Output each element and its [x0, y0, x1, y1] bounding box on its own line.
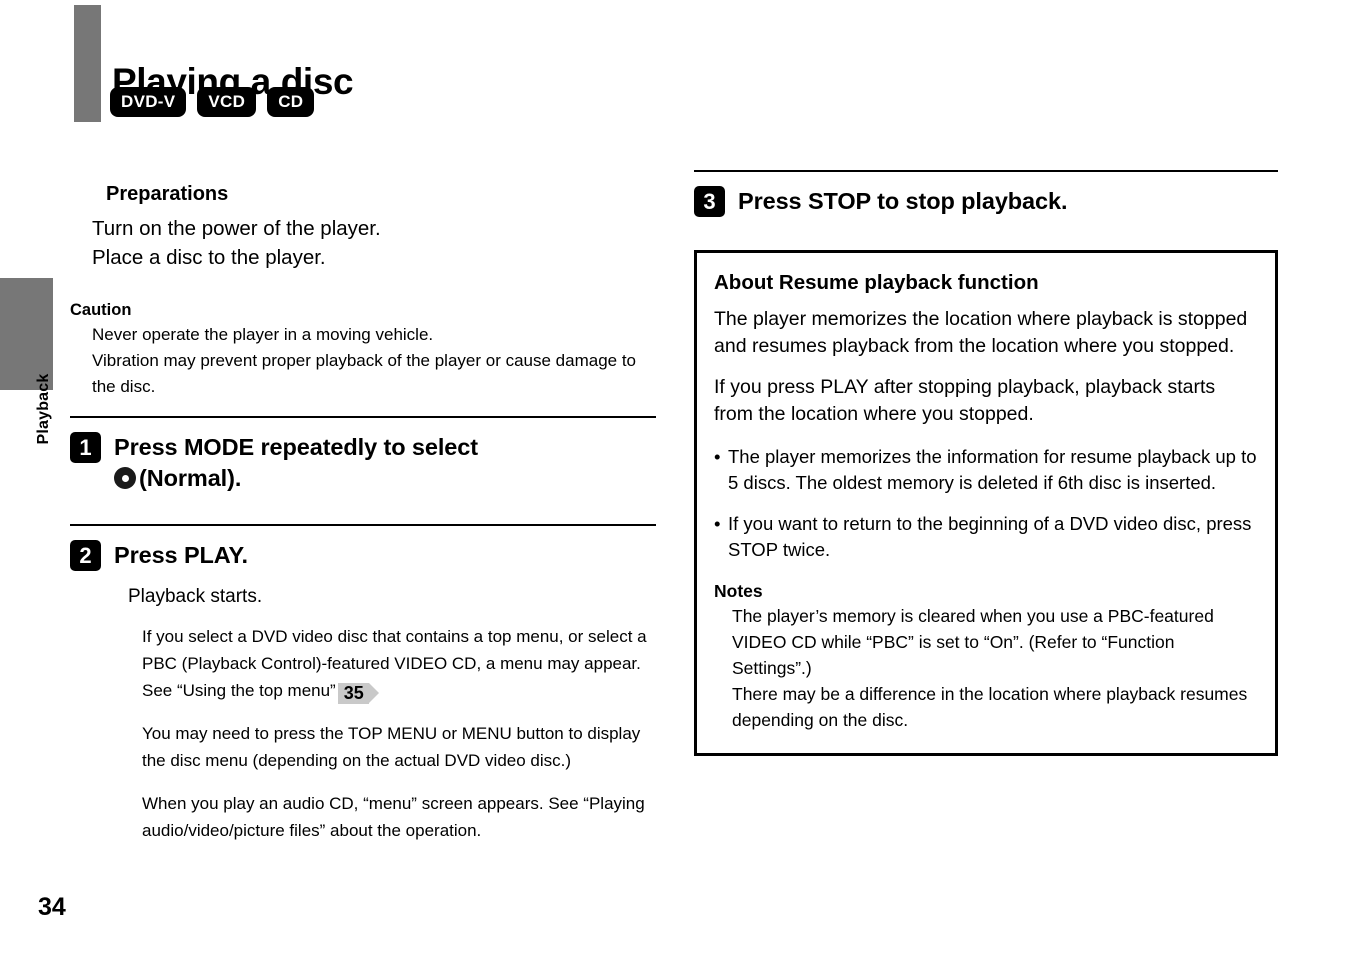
caution-heading: Caution [70, 301, 132, 319]
page-number: 34 [38, 893, 66, 921]
step-1-title: Press MODE repeatedly to select (Normal)… [114, 432, 478, 494]
step-2-note-1-text: If you select a DVD video disc that cont… [142, 627, 647, 700]
step-2-note-3: When you play an audio CD, “menu” screen… [142, 794, 645, 840]
left-column: Preparations Turn on the power of the pl… [70, 170, 656, 844]
disc-badge-vcd: VCD [197, 87, 257, 117]
step-1-title-part-1: Press MODE repeatedly to select [114, 434, 478, 460]
step-2-number: 2 [70, 540, 101, 571]
caution-line-2: Vibration may prevent proper playback of… [92, 351, 636, 396]
resume-box-paragraph-1: The player memorizes the location where … [714, 308, 1248, 357]
caution-body: Never operate the player in a moving veh… [92, 322, 656, 400]
side-tab-label: Playback [35, 373, 52, 445]
list-item: The player memorizes the information for… [714, 444, 1258, 496]
step-2-divider [70, 524, 656, 526]
step-1-section: 1 Press MODE repeatedly to select (Norma… [70, 416, 656, 494]
step-1-number: 1 [70, 432, 101, 463]
step-3-divider [694, 170, 1278, 172]
resume-box-title: About Resume playback function [714, 271, 1039, 294]
step-1-divider [70, 416, 656, 418]
resume-playback-info-box: About Resume playback function The playe… [694, 250, 1278, 756]
disc-icon [114, 467, 136, 489]
caution-line-1: Never operate the player in a moving veh… [92, 325, 434, 344]
notes-body: The player’s memory is cleared when you … [732, 603, 1258, 733]
note-line-1: The player’s memory is cleared when you … [732, 606, 1214, 678]
page-reference-badge[interactable]: 35 [337, 683, 379, 704]
step-1-header: 1 Press MODE repeatedly to select (Norma… [70, 432, 656, 494]
resume-box-bullet-list: The player memorizes the information for… [714, 444, 1258, 563]
step-3-header: 3 Press STOP to stop playback. [694, 186, 1278, 217]
step-3-number: 3 [694, 186, 725, 217]
notes-heading: Notes [714, 581, 763, 601]
disc-type-badge-group: DVD-V VCD CD [110, 87, 315, 117]
step-2-header: 2 Press PLAY. [70, 540, 656, 571]
disc-badge-dvd-v: DVD-V [110, 87, 187, 117]
step-2-notes: If you select a DVD video disc that cont… [142, 623, 656, 844]
preparations-line-1: Turn on the power of the player. [92, 217, 381, 240]
step-3-title: Press STOP to stop playback. [738, 188, 1068, 214]
step-2-note-1: If you select a DVD video disc that cont… [142, 623, 656, 704]
preparations-heading: Preparations [106, 183, 229, 205]
step-3-section: 3 Press STOP to stop playback. [694, 170, 1278, 217]
right-column: 3 Press STOP to stop playback. About Res… [694, 170, 1278, 756]
note-line-2: There may be a difference in the locatio… [732, 684, 1248, 730]
step-2-note-2: You may need to press the TOP MENU or ME… [142, 724, 641, 770]
step-2-section: 2 Press PLAY. Playback starts. If you se… [70, 524, 656, 844]
list-item: If you want to return to the beginning o… [714, 511, 1258, 563]
resume-box-paragraph-2: If you press PLAY after stopping playbac… [714, 376, 1216, 425]
preparations-line-2: Place a disc to the player. [92, 246, 326, 269]
header-accent-bar [74, 5, 101, 122]
disc-badge-cd: CD [267, 87, 315, 117]
preparations-body: Turn on the power of the player. Place a… [92, 214, 656, 272]
step-2-title: Press PLAY. [114, 542, 248, 568]
step-1-title-part-2: (Normal). [139, 465, 242, 491]
step-2-lead-text: Playback starts. [128, 586, 263, 607]
